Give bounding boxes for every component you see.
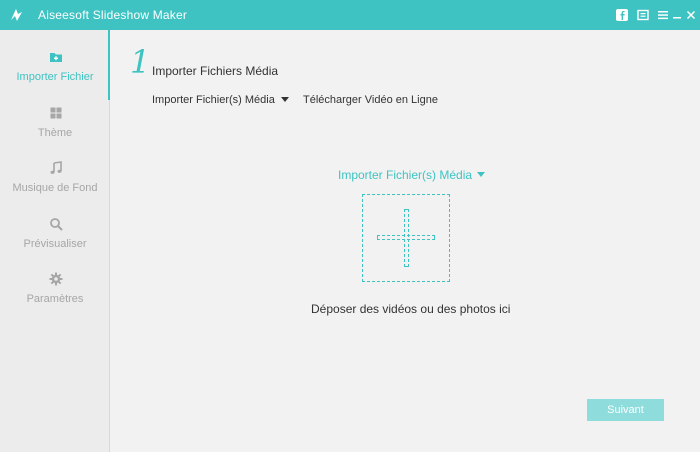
sidebar-item-import[interactable]: Importer Fichier (0, 38, 110, 94)
sidebar-item-label: Prévisualiser (23, 238, 87, 250)
title-bar: Aiseesoft Slideshow Maker (0, 0, 700, 30)
app-logo-icon (8, 7, 24, 23)
chevron-down-icon (280, 97, 289, 102)
drop-hint: Déposer des vidéos ou des photos ici (311, 302, 511, 316)
sidebar-item-preview[interactable]: Prévisualiser (0, 205, 110, 261)
facebook-icon[interactable] (615, 8, 629, 22)
drop-zone[interactable] (362, 194, 450, 282)
search-icon (49, 217, 63, 231)
music-note-icon (49, 161, 63, 175)
import-media-dropdown[interactable]: Importer Fichier(s) Média (338, 168, 486, 182)
tab-import-media[interactable]: Importer Fichier(s) Média (152, 94, 289, 106)
plus-icon-horizontal (377, 235, 435, 240)
sidebar-item-settings[interactable]: Paramètres (0, 260, 110, 316)
grid-icon (49, 106, 63, 120)
gear-icon (49, 272, 63, 286)
close-icon[interactable] (684, 8, 698, 22)
minimize-icon[interactable] (670, 8, 684, 22)
sidebar-item-label: Thème (37, 127, 73, 139)
step-number: 1 (130, 43, 151, 81)
sidebar-item-label: Paramètres (26, 293, 84, 305)
sidebar-item-label: Musique de Fond (12, 182, 98, 194)
sidebar: Importer Fichier Thème Musique de Fond P… (0, 30, 110, 452)
next-button[interactable]: Suivant (587, 399, 664, 421)
tab-download-video[interactable]: Télécharger Vidéo en Ligne (303, 94, 438, 106)
window-title: Aiseesoft Slideshow Maker (38, 8, 188, 22)
caret-down-icon (477, 172, 486, 177)
tab-import-label: Importer Fichier(s) Média (152, 94, 275, 106)
sidebar-item-theme[interactable]: Thème (0, 94, 110, 150)
sidebar-item-music[interactable]: Musique de Fond (0, 149, 110, 205)
import-link-label: Importer Fichier(s) Média (338, 168, 473, 182)
menu-icon[interactable] (656, 8, 670, 22)
add-folder-icon (49, 50, 63, 64)
feedback-icon[interactable] (636, 8, 650, 22)
sidebar-item-label: Importer Fichier (16, 71, 94, 83)
page-title: Importer Fichiers Média (152, 64, 279, 78)
